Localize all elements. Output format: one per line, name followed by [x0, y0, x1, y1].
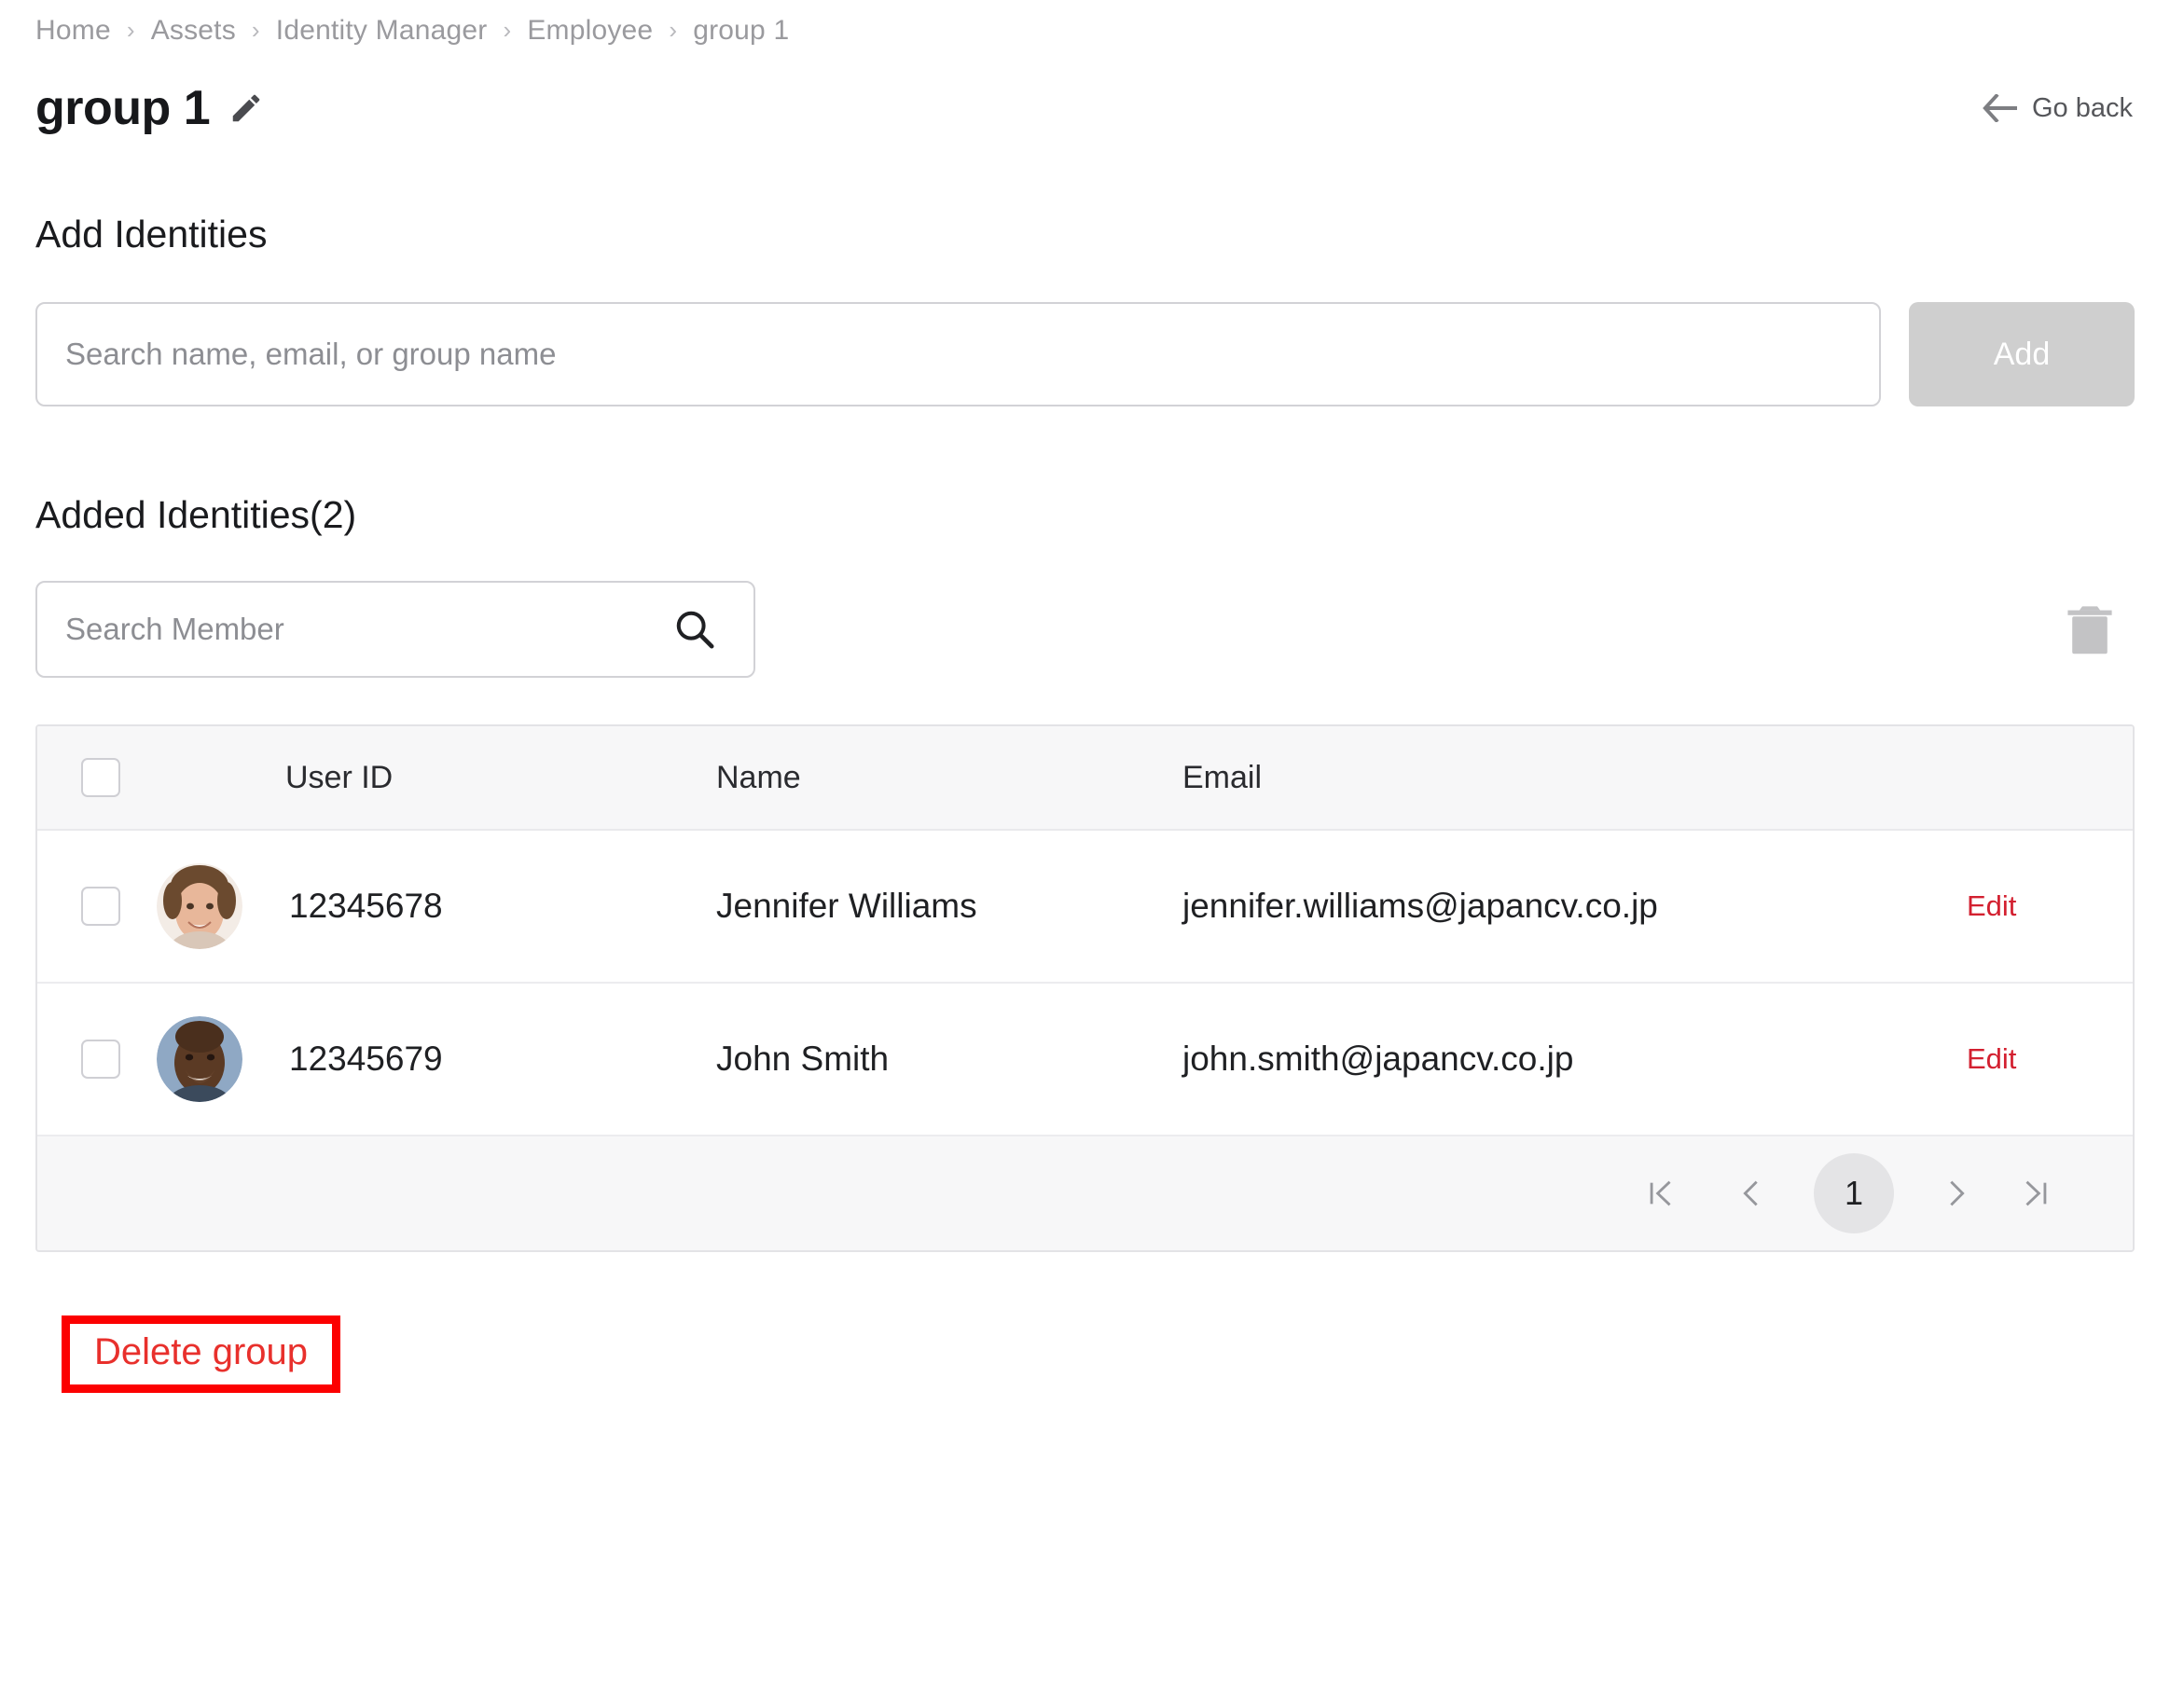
table-header-row: User ID Name Email [37, 726, 2133, 831]
row-email: jennifer.williams@japancv.co.jp [1182, 887, 1658, 925]
row-select-cell [37, 1040, 157, 1079]
column-header-email: Email [1182, 759, 1263, 795]
column-header-user-id: User ID [285, 759, 394, 795]
identity-group-detail-page: Home › Assets › Identity Manager › Emplo… [0, 0, 2170, 1708]
row-name: Jennifer Williams [716, 887, 977, 925]
add-identities-heading: Add Identities [35, 213, 268, 255]
pencil-icon [232, 94, 260, 122]
pagination-first-button[interactable] [1622, 1154, 1700, 1233]
breadcrumb-item-employee[interactable]: Employee [527, 15, 653, 47]
pagination-last-button[interactable] [1997, 1154, 2075, 1233]
breadcrumb-separator-icon: › [503, 16, 512, 44]
go-back-label: Go back [2032, 92, 2133, 123]
search-icon[interactable] [673, 608, 716, 651]
breadcrumb-separator-icon: › [126, 16, 135, 44]
edit-link[interactable]: Edit [1967, 1042, 2016, 1076]
member-search-wrapper [35, 581, 755, 678]
table-row: 12345679 John Smith john.smith@japancv.c… [37, 984, 2133, 1136]
chevron-right-icon [1950, 1180, 1965, 1206]
breadcrumb-item-identity-manager[interactable]: Identity Manager [276, 15, 488, 47]
first-page-icon [1650, 1180, 1671, 1206]
add-identity-search-input[interactable] [35, 302, 1881, 406]
breadcrumb-separator-icon: › [251, 16, 260, 44]
row-avatar-cell [157, 863, 285, 949]
breadcrumb-item-assets[interactable]: Assets [151, 15, 236, 47]
arrow-left-icon [1983, 94, 2017, 122]
breadcrumb-item-home[interactable]: Home [35, 15, 111, 47]
add-identities-row: Add [35, 302, 2135, 406]
row-avatar-cell [157, 1016, 285, 1102]
last-page-icon [2025, 1180, 2047, 1206]
go-back-button[interactable]: Go back [1982, 93, 2135, 124]
member-toolbar [35, 581, 2135, 678]
delete-group-highlight: Delete group [62, 1315, 341, 1393]
pagination-page-1[interactable]: 1 [1814, 1153, 1894, 1233]
row-user-id: 12345678 [289, 887, 443, 925]
pagination: 1 [37, 1136, 2133, 1250]
breadcrumb: Home › Assets › Identity Manager › Emplo… [35, 0, 2135, 47]
avatar-jennifer-williams [157, 863, 242, 949]
edit-title-button[interactable] [228, 90, 264, 126]
breadcrumb-separator-icon: › [669, 16, 678, 44]
added-identities-heading: Added Identities(2) [35, 493, 357, 536]
page-title: group 1 [35, 81, 211, 135]
row-checkbox[interactable] [81, 1040, 120, 1079]
search-member-input[interactable] [35, 581, 755, 678]
avatar-john-smith [157, 1016, 242, 1102]
page-header: group 1 Go back [35, 84, 2135, 132]
select-all-checkbox[interactable] [81, 758, 120, 797]
row-user-id: 12345679 [289, 1040, 443, 1078]
delete-selected-button[interactable] [2066, 602, 2114, 656]
add-button[interactable]: Add [1909, 302, 2135, 406]
pagination-next-button[interactable] [1918, 1154, 1997, 1233]
pagination-prev-button[interactable] [1711, 1154, 1790, 1233]
column-header-name: Name [716, 759, 801, 795]
members-table: User ID Name Email 12345678 Jennifer Wil… [35, 724, 2135, 1252]
row-checkbox[interactable] [81, 887, 120, 926]
row-action-cell: Edit [1903, 889, 2133, 923]
row-email: john.smith@japancv.co.jp [1182, 1040, 1574, 1078]
edit-link[interactable]: Edit [1967, 889, 2016, 923]
trash-icon [2067, 606, 2112, 654]
row-name: John Smith [716, 1040, 890, 1078]
delete-group-button[interactable]: Delete group [94, 1331, 308, 1372]
page-title-group: group 1 [35, 84, 264, 132]
breadcrumb-item-group-1[interactable]: group 1 [693, 15, 789, 47]
row-select-cell [37, 887, 157, 926]
row-action-cell: Edit [1903, 1042, 2133, 1076]
select-all-cell [37, 758, 157, 797]
chevron-left-icon [1743, 1180, 1758, 1206]
table-row: 12345678 Jennifer Williams jennifer.will… [37, 831, 2133, 984]
